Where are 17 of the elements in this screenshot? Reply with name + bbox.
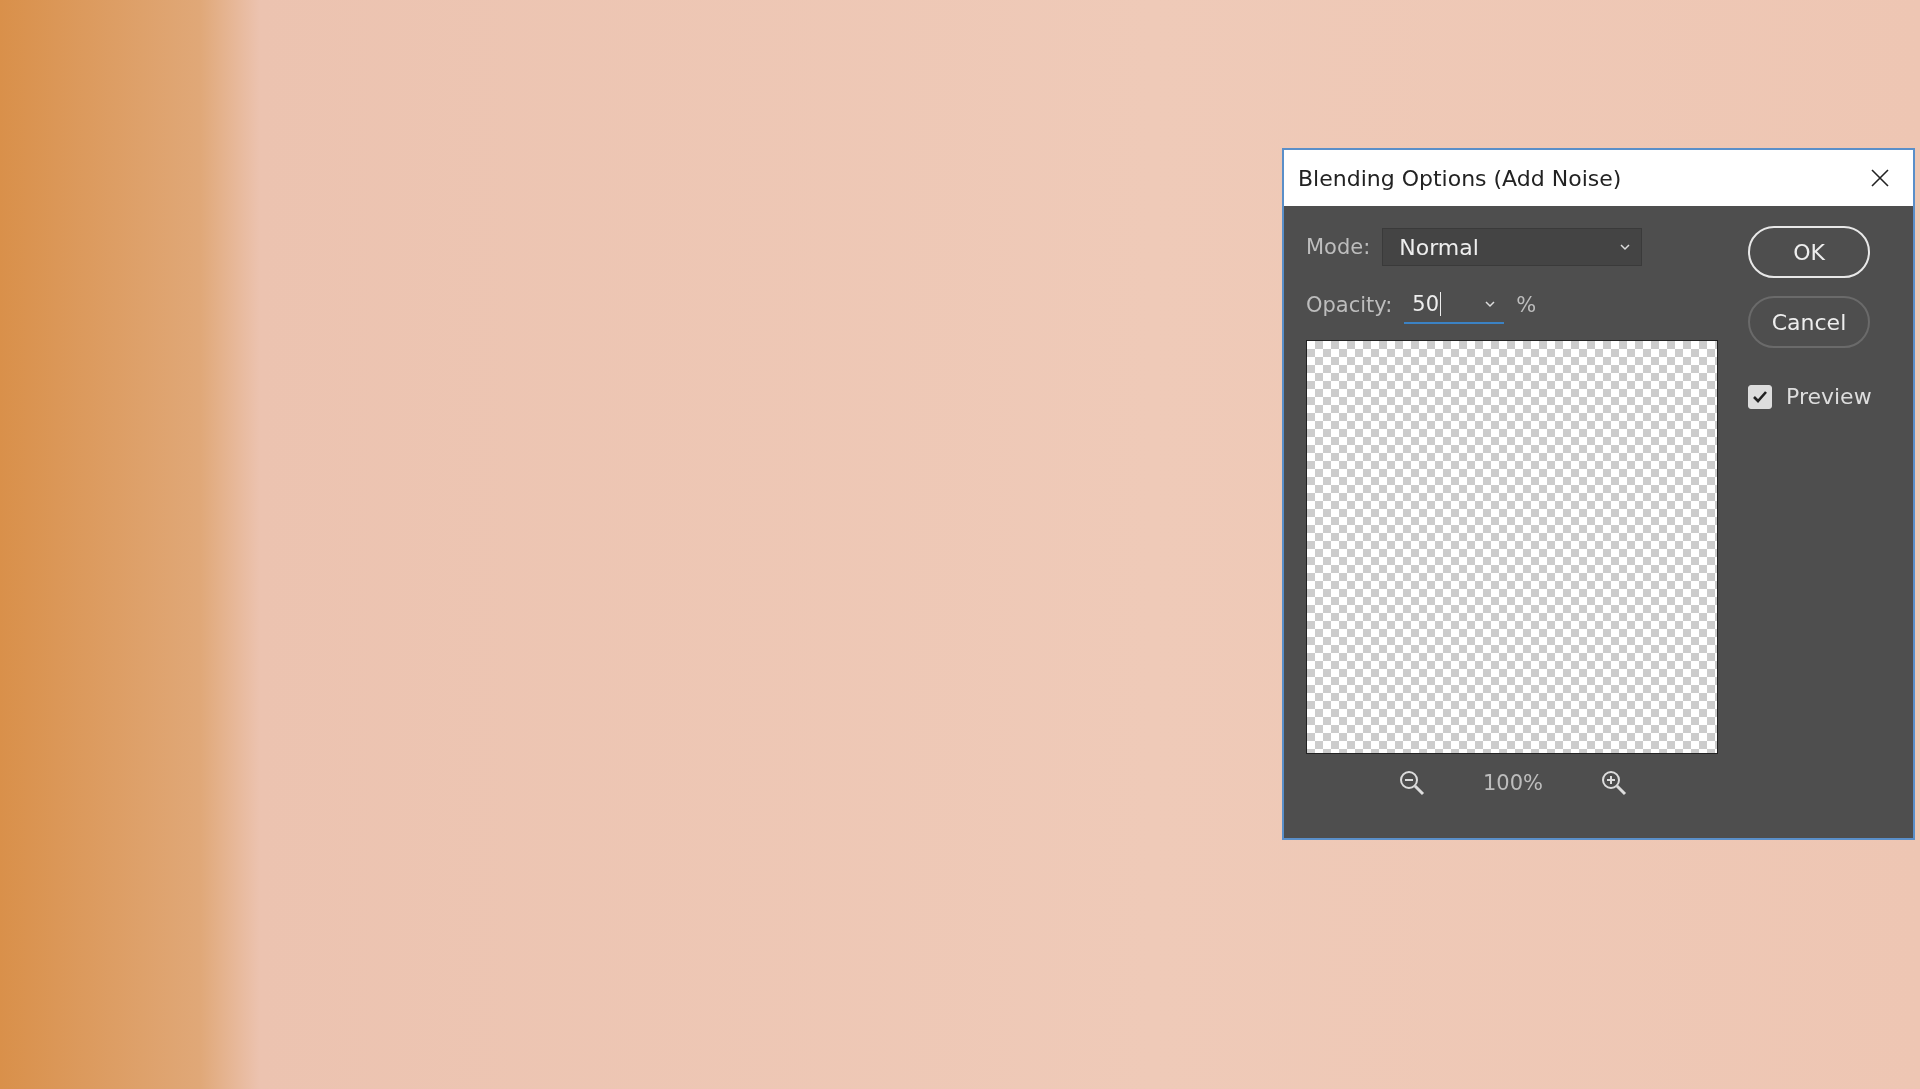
chevron-down-icon[interactable] — [1484, 300, 1497, 308]
mode-label: Mode: — [1306, 235, 1371, 259]
chevron-down-icon — [1619, 243, 1632, 251]
zoom-level: 100% — [1482, 771, 1543, 795]
preview-label: Preview — [1786, 384, 1872, 409]
dialog-title: Blending Options (Add Noise) — [1298, 165, 1622, 191]
zoom-out-icon[interactable] — [1398, 770, 1425, 796]
opacity-field[interactable]: 50 — [1404, 286, 1505, 324]
close-icon[interactable] — [1871, 169, 1889, 187]
mode-dropdown[interactable]: Normal — [1382, 228, 1643, 266]
ok-button[interactable]: OK — [1748, 226, 1870, 278]
preview-checkbox[interactable] — [1748, 384, 1772, 409]
zoom-in-icon[interactable] — [1601, 770, 1627, 796]
percent-unit: % — [1516, 293, 1537, 317]
checkmark-icon — [1752, 389, 1768, 404]
opacity-label: Opacity: — [1306, 293, 1393, 317]
cancel-button[interactable]: Cancel — [1748, 296, 1870, 348]
